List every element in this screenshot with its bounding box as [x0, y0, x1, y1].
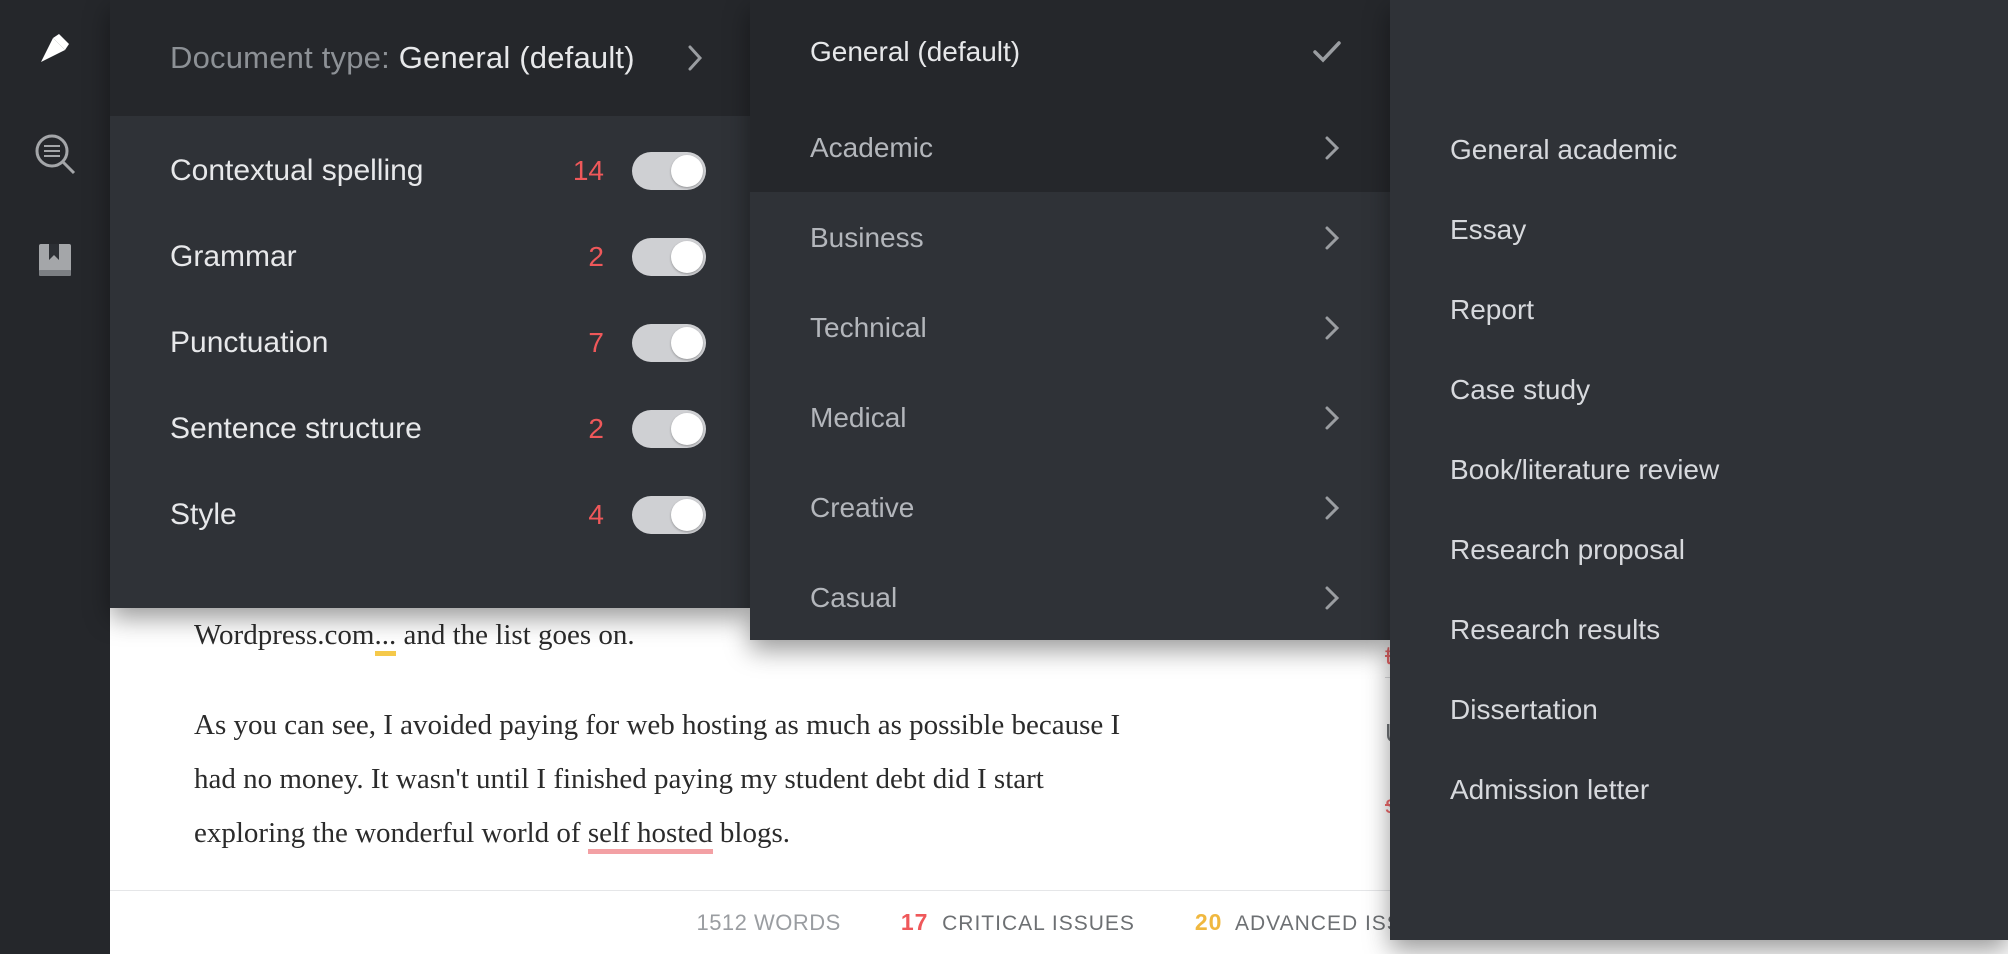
academic-submenu: General academic Essay Report Case study Boo… [1390, 0, 2008, 940]
check-list: Contextual spelling14Grammar2Punctuation… [110, 116, 750, 578]
check-count: 7 [562, 327, 632, 359]
check-name: Sentence structure [170, 412, 562, 446]
option-label: Technical [810, 312, 927, 344]
word-count-number: 1512 [696, 910, 747, 935]
submenu-label: Admission letter [1450, 774, 1649, 805]
doc-type-option[interactable]: Academic [750, 102, 1390, 192]
check-row: Grammar2 [170, 238, 706, 276]
submenu-label: Research results [1450, 614, 1660, 645]
check-count: 2 [562, 413, 632, 445]
word-count-label: WORDS [754, 910, 841, 935]
chevron-right-icon [1324, 315, 1342, 341]
check-name: Punctuation [170, 326, 562, 360]
chevron-right-icon [1324, 225, 1342, 251]
chevron-right-icon [1324, 405, 1342, 431]
doc-type-option[interactable]: Creative [750, 462, 1390, 552]
submenu-list: General academic Essay Report Case study Boo… [1390, 0, 2008, 830]
option-label: Casual [810, 582, 897, 614]
submenu-option[interactable]: Report [1390, 270, 2008, 350]
submenu-option[interactable]: Book/literature review [1390, 430, 2008, 510]
check-row: Sentence structure2 [170, 410, 706, 448]
submenu-label: Essay [1450, 214, 1526, 245]
check-toggle[interactable] [632, 152, 706, 190]
check-name: Grammar [170, 240, 562, 274]
option-label: General (default) [810, 36, 1020, 68]
check-count: 4 [562, 499, 632, 531]
chevron-right-icon [1324, 135, 1342, 161]
doc-type-option[interactable]: Medical [750, 372, 1390, 462]
check-count: 14 [562, 155, 632, 187]
document-type-row[interactable]: Document type: General (default) [110, 0, 750, 116]
text: blogs. [713, 817, 790, 849]
option-label: Business [810, 222, 924, 254]
advanced-count: 20 [1195, 909, 1223, 935]
search-lines-icon[interactable] [31, 130, 79, 178]
check-toggle[interactable] [632, 238, 706, 276]
left-nav-rail [0, 0, 110, 954]
check-toggle[interactable] [632, 410, 706, 448]
submenu-option[interactable]: Dissertation [1390, 670, 2008, 750]
doc-type-value: General (default) [399, 40, 635, 75]
check-icon [1312, 40, 1342, 64]
check-name: Contextual spelling [170, 154, 562, 188]
submenu-option[interactable]: Case study [1390, 350, 2008, 430]
doc-type-option[interactable]: Technical [750, 282, 1390, 372]
check-count: 2 [562, 241, 632, 273]
submenu-option[interactable]: Research proposal [1390, 510, 2008, 590]
text: Wordpress.com [194, 619, 375, 651]
submenu-label: Research proposal [1450, 534, 1685, 565]
critical-count: 17 [901, 909, 929, 935]
option-label: Medical [810, 402, 906, 434]
chevron-right-icon [686, 43, 706, 73]
option-label: Creative [810, 492, 914, 524]
submenu-option[interactable]: General academic [1390, 110, 2008, 190]
chevron-right-icon [1324, 495, 1342, 521]
check-row: Style4 [170, 496, 706, 534]
pen-icon[interactable] [31, 24, 79, 72]
document-type-label: Document type: General (default) [170, 40, 635, 76]
text: and the list goes on. [396, 619, 634, 651]
submenu-option[interactable]: Research results [1390, 590, 2008, 670]
doc-type-option[interactable]: Business [750, 192, 1390, 282]
document-type-menu: General (default) Academic Business Technic… [750, 0, 1390, 640]
submenu-option[interactable]: Admission letter [1390, 750, 2008, 830]
doc-type-prefix: Document type: [170, 40, 390, 75]
word-count[interactable]: 1512 WORDS [696, 910, 840, 936]
highlight-pink[interactable]: self hosted [588, 817, 713, 854]
check-toggle[interactable] [632, 496, 706, 534]
submenu-label: Report [1450, 294, 1534, 325]
chevron-right-icon [1324, 585, 1342, 611]
submenu-option[interactable]: Essay [1390, 190, 2008, 270]
check-name: Style [170, 498, 562, 532]
critical-label: CRITICAL ISSUES [942, 912, 1135, 935]
submenu-label: Case study [1450, 374, 1590, 405]
doc-type-option[interactable]: General (default) [750, 0, 1390, 102]
check-row: Contextual spelling14 [170, 152, 706, 190]
document-text: Wordpress.com... and the list goes on. A… [194, 608, 1154, 860]
submenu-label: Dissertation [1450, 694, 1598, 725]
option-label: Academic [810, 132, 933, 164]
check-row: Punctuation7 [170, 324, 706, 362]
book-bookmark-icon[interactable] [31, 236, 79, 284]
submenu-label: Book/literature review [1450, 454, 1719, 485]
submenu-label: General academic [1450, 134, 1677, 165]
doc-type-option[interactable]: Casual [750, 552, 1390, 642]
highlight-yellow[interactable]: ... [375, 619, 397, 656]
settings-panel: Document type: General (default) Context… [110, 0, 750, 608]
check-toggle[interactable] [632, 324, 706, 362]
critical-issues[interactable]: 17 CRITICAL ISSUES [901, 909, 1135, 936]
